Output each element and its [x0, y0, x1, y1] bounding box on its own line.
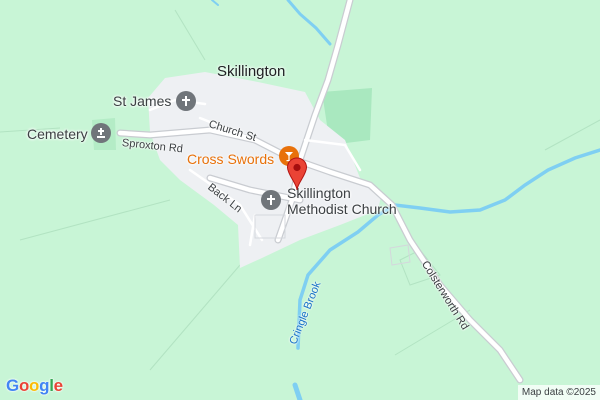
map-canvas[interactable]: Skillington St James Cemetery Cross Swor… — [0, 0, 600, 400]
poi-label-cemetery[interactable]: Cemetery — [27, 126, 88, 142]
poi-label-cross-swords[interactable]: Cross Swords — [187, 151, 274, 167]
poi-label-st-james[interactable]: St James — [113, 93, 171, 109]
place-label: Skillington — [217, 63, 286, 80]
google-logo: Google — [6, 376, 63, 396]
logo-letter: g — [39, 376, 50, 395]
church-icon[interactable] — [261, 190, 281, 210]
church-icon[interactable] — [176, 91, 196, 111]
logo-letter: G — [6, 376, 19, 395]
cemetery-icon[interactable] — [91, 123, 111, 143]
logo-letter: e — [53, 376, 63, 395]
poi-label-methodist-line2: Methodist Church — [287, 201, 397, 217]
map-pin-icon[interactable] — [286, 157, 308, 191]
map-attribution[interactable]: Map data ©2025 — [517, 385, 600, 400]
logo-letter: o — [18, 376, 30, 395]
logo-letter: o — [29, 376, 40, 395]
